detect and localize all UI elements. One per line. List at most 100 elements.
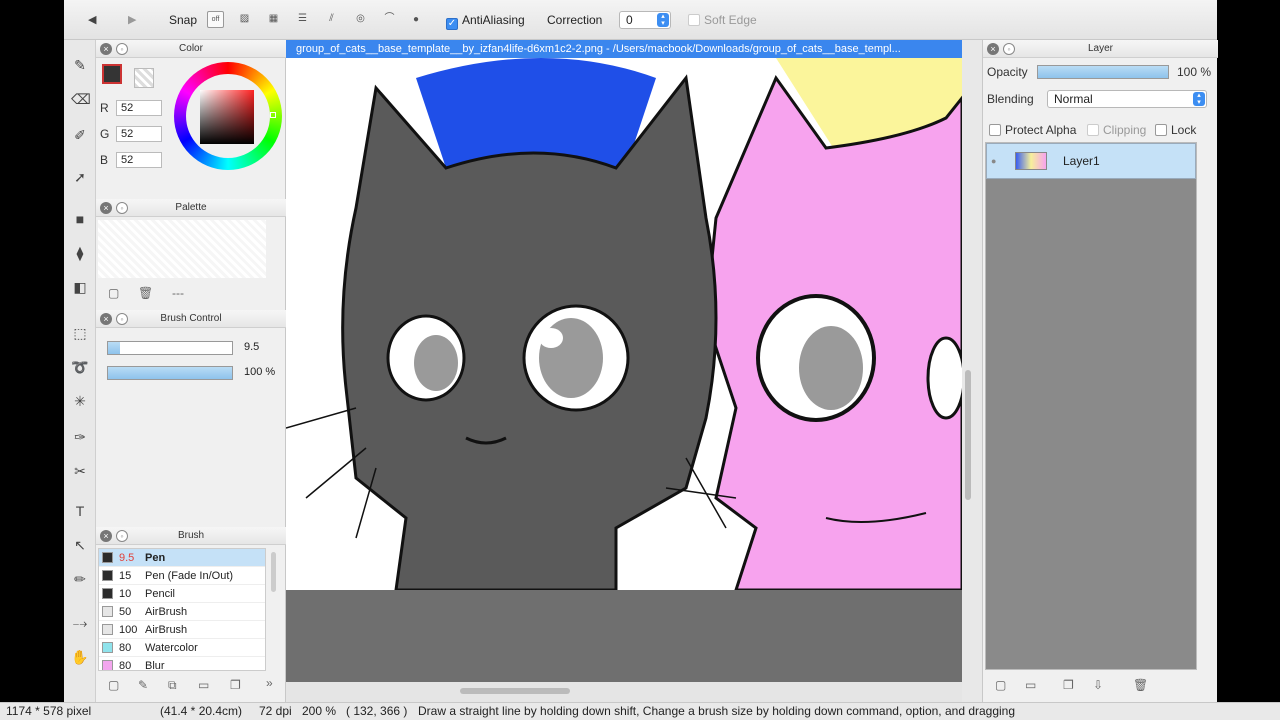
detach-icon[interactable]: ◦ <box>116 313 128 325</box>
folder-brush-icon[interactable]: ▭ <box>198 678 209 692</box>
duplicate-brush-icon[interactable]: ❐ <box>230 678 241 692</box>
layer-opacity-value[interactable]: 100 % <box>1177 65 1211 79</box>
zoom-level: 200 % <box>302 704 337 718</box>
delete-layer-icon[interactable]: 🗑 <box>1133 678 1148 692</box>
color-square[interactable] <box>200 90 254 144</box>
clipping-toggle[interactable]: Clipping <box>1087 123 1146 137</box>
eraser-tool-icon[interactable]: ⌫ <box>71 90 91 108</box>
detach-icon[interactable]: ◦ <box>116 43 128 55</box>
lock-toggle[interactable]: Lock <box>1155 123 1196 137</box>
brush-size-value[interactable]: 9.5 <box>240 340 278 356</box>
vertical-scrollbar[interactable] <box>965 370 971 500</box>
brush-size: 50 <box>119 606 132 618</box>
horizontal-scrollbar[interactable] <box>460 688 570 694</box>
new-layer-icon[interactable]: ▢ <box>995 678 1006 692</box>
brush-size: 100 <box>119 624 138 636</box>
divide-tool-icon[interactable]: ✏ <box>71 570 89 588</box>
copy-brush-icon[interactable]: ⧉ <box>168 678 177 693</box>
move-tool-icon[interactable]: ➚ <box>71 168 89 186</box>
detach-icon[interactable]: ◦ <box>116 202 128 214</box>
prev-arrow-icon[interactable]: ◀︎ <box>88 10 96 30</box>
delete-palette-icon[interactable]: 🗑 <box>138 286 153 300</box>
correction-select[interactable]: 0 ▴ ▾ <box>619 11 671 29</box>
brush-size-fill <box>108 342 121 354</box>
brush-size-slider[interactable] <box>107 341 233 355</box>
lock-checkbox[interactable] <box>1155 124 1167 136</box>
edit-brush-icon[interactable]: ✎ <box>138 678 148 692</box>
protect-alpha-toggle[interactable]: Protect Alpha <box>989 123 1076 137</box>
brush-name: AirBrush <box>145 606 188 618</box>
brush-item[interactable]: 80 Watercolor <box>99 639 265 657</box>
layer-row[interactable]: ● Layer1 <box>986 143 1196 179</box>
foreground-color-swatch[interactable] <box>102 64 122 84</box>
brush-item[interactable]: 9.5 Pen <box>99 549 265 567</box>
eyedropper-icon[interactable]: ⤍ <box>71 614 89 632</box>
snap-perspective-icon[interactable]: ⫽ <box>323 11 340 28</box>
snap-parallel-icon[interactable]: ▨ <box>236 11 253 28</box>
transparent-color-swatch[interactable] <box>134 68 154 88</box>
drawing-canvas[interactable] <box>286 58 962 590</box>
g-input[interactable]: 52 <box>116 126 162 142</box>
brush-tool-icon[interactable]: ✐ <box>71 126 89 144</box>
duplicate-layer-icon[interactable]: ❐ <box>1063 678 1074 692</box>
select-eraser-icon[interactable]: ✂ <box>71 462 89 480</box>
hue-marker[interactable] <box>270 112 276 118</box>
brush-panel-title: Brush <box>177 530 205 541</box>
close-icon[interactable]: × <box>100 530 112 542</box>
new-folder-icon[interactable]: ▭ <box>1025 678 1036 692</box>
brush-list-scrollbar[interactable] <box>271 552 276 592</box>
snap-lines-icon[interactable]: ☰ <box>294 11 311 28</box>
text-tool-icon[interactable]: T <box>71 502 89 520</box>
new-brush-icon[interactable]: ▢ <box>108 678 119 692</box>
g-label: G <box>100 127 110 141</box>
blending-select[interactable]: Normal ▴ ▾ <box>1047 90 1207 108</box>
lasso-tool-icon[interactable]: ➰ <box>71 358 89 376</box>
protect-alpha-checkbox[interactable] <box>989 124 1001 136</box>
snap-curve-icon[interactable]: ⌒ <box>381 11 398 28</box>
snap-grid-icon[interactable]: ▦ <box>265 11 282 28</box>
close-icon[interactable]: × <box>100 43 112 55</box>
palette-area[interactable] <box>98 220 266 278</box>
detach-icon[interactable]: ◦ <box>1003 43 1015 55</box>
antialias-toggle[interactable]: ✓ AntiAliasing <box>446 10 525 30</box>
gradient-tool-icon[interactable]: ◧ <box>71 278 89 296</box>
color-wheel[interactable] <box>174 62 282 170</box>
brush-item[interactable]: 80 Blur <box>99 657 265 670</box>
next-arrow-icon[interactable]: ▶︎ <box>128 10 136 30</box>
soft-edge-toggle[interactable]: Soft Edge <box>688 10 757 30</box>
protect-alpha-label: Protect Alpha <box>1005 123 1077 137</box>
select-pen-icon[interactable]: ✑ <box>71 428 89 446</box>
b-input[interactable]: 52 <box>116 152 162 168</box>
brush-name: Pencil <box>145 588 175 600</box>
rect-tool-icon[interactable]: ■ <box>71 210 89 228</box>
brush-item[interactable]: 15 Pen (Fade In/Out) <box>99 567 265 585</box>
snap-off-icon[interactable]: off <box>207 11 224 28</box>
more-icon[interactable]: » <box>266 676 273 690</box>
r-input[interactable]: 52 <box>116 100 162 116</box>
snap-circle-icon[interactable]: ◎ <box>352 11 369 28</box>
fill-tool-icon[interactable]: ⧫ <box>71 244 89 262</box>
merge-layer-icon[interactable]: ⇩ <box>1093 678 1103 692</box>
pen-tool-icon[interactable]: ✎ <box>71 56 89 74</box>
select-rect-icon[interactable]: ⬚ <box>71 324 89 342</box>
snap-dot-icon[interactable]: ● <box>413 10 419 30</box>
visibility-icon[interactable]: ● <box>991 156 996 166</box>
clipping-checkbox[interactable] <box>1087 124 1099 136</box>
clipping-label: Clipping <box>1103 123 1147 137</box>
antialias-checkbox[interactable]: ✓ <box>446 18 458 30</box>
hand-tool-icon[interactable]: ✋ <box>71 648 89 666</box>
brush-opacity-value[interactable]: 100 % <box>240 365 280 381</box>
soft-edge-checkbox[interactable] <box>688 14 700 26</box>
magic-wand-icon[interactable]: ✳ <box>71 392 89 410</box>
detach-icon[interactable]: ◦ <box>116 530 128 542</box>
close-icon[interactable]: × <box>100 313 112 325</box>
operation-tool-icon[interactable]: ↖ <box>71 536 89 554</box>
layer-opacity-slider[interactable] <box>1037 65 1169 79</box>
brush-opacity-slider[interactable] <box>107 366 233 380</box>
brush-item[interactable]: 100 AirBrush <box>99 621 265 639</box>
close-icon[interactable]: × <box>100 202 112 214</box>
close-icon[interactable]: × <box>987 43 999 55</box>
brush-item[interactable]: 50 AirBrush <box>99 603 265 621</box>
new-palette-icon[interactable]: ▢ <box>108 286 119 300</box>
brush-item[interactable]: 10 Pencil <box>99 585 265 603</box>
